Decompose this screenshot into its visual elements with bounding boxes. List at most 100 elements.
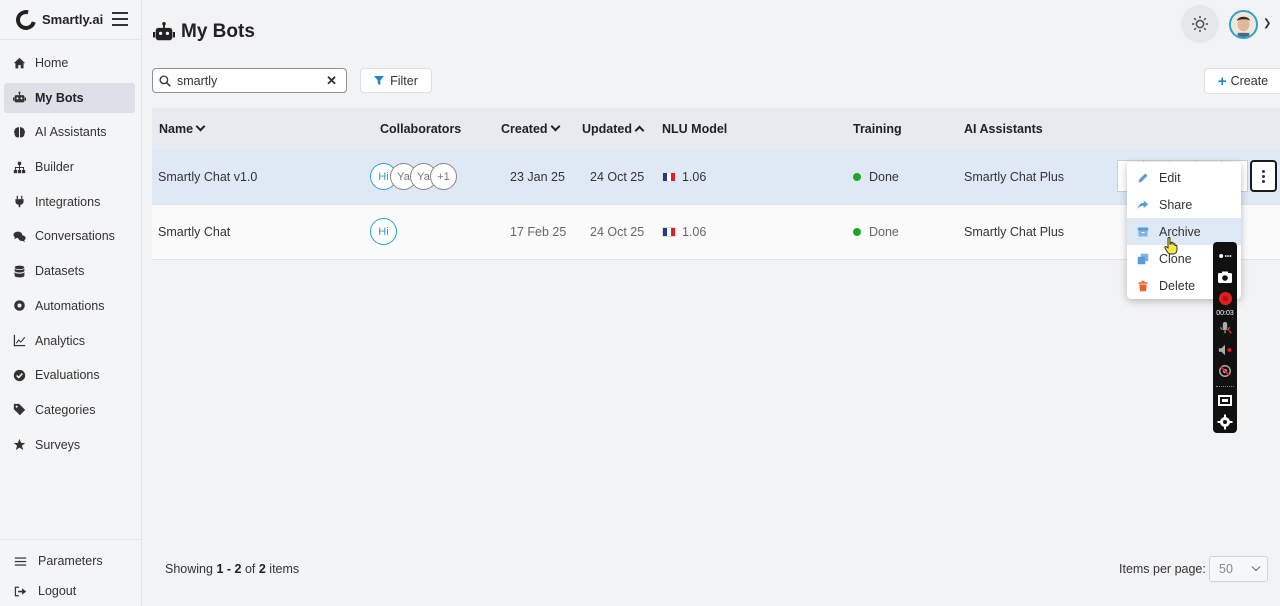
collaborators-list: Hi xyxy=(370,218,397,245)
status-dot-icon xyxy=(853,228,861,236)
sidebar-item-automations[interactable]: Automations xyxy=(4,291,135,321)
table-header: Name Collaborators Created Updated NLU M… xyxy=(152,108,1280,150)
sidebar-item-label: Builder xyxy=(35,160,74,175)
webcam-off-icon[interactable] xyxy=(1216,362,1234,379)
sidebar-item-label: Conversations xyxy=(35,229,115,244)
items-per-page-select[interactable]: 50 xyxy=(1209,556,1268,582)
sidebar-item-surveys[interactable]: Surveys xyxy=(4,430,135,460)
sidebar-item-builder[interactable]: Builder xyxy=(4,152,135,182)
recorder-menu-icon[interactable] xyxy=(1216,247,1234,264)
sidebar-item-logout[interactable]: Logout xyxy=(0,576,141,606)
sidebar-item-ai-assistants[interactable]: AI Assistants xyxy=(4,117,135,147)
more-options-button[interactable] xyxy=(1250,160,1277,192)
collaborator-more[interactable]: +1 xyxy=(430,163,457,190)
comments-icon xyxy=(12,229,26,243)
page-title: My Bots xyxy=(153,21,255,43)
avatar[interactable] xyxy=(1229,10,1258,39)
column-header-created[interactable]: Created xyxy=(501,121,560,136)
chevron-down-icon xyxy=(1251,562,1261,572)
share-icon xyxy=(1137,200,1149,209)
archive-icon xyxy=(1137,227,1149,236)
sidebar-item-evaluations[interactable]: Evaluations xyxy=(4,360,135,390)
line-chart-icon xyxy=(12,334,26,348)
search-box: ✕ xyxy=(152,68,347,93)
sidebar-item-datasets[interactable]: Datasets xyxy=(4,256,135,286)
sidebar-item-categories[interactable]: Categories xyxy=(4,395,135,425)
trash-icon xyxy=(1138,280,1148,291)
sidebar-item-analytics[interactable]: Analytics xyxy=(4,326,135,356)
nlu-model: 1.06 xyxy=(662,170,706,184)
filter-label: Filter xyxy=(390,73,418,88)
sidebar-item-label: Home xyxy=(35,56,69,70)
table-row[interactable]: Smartly Chat Hi 17 Feb 25 24 Oct 25 1.06… xyxy=(152,205,1280,260)
sidebar-item-label: Surveys xyxy=(35,437,81,452)
home-icon xyxy=(12,56,26,70)
robot-icon xyxy=(153,21,175,41)
settings-gear-icon[interactable] xyxy=(1216,414,1234,431)
nlu-model: 1.06 xyxy=(662,225,706,239)
create-button[interactable]: + Create xyxy=(1204,68,1280,94)
hamburger-menu-icon[interactable] xyxy=(112,12,128,30)
sort-desc-icon xyxy=(195,121,206,132)
sidebar-item-my-bots[interactable]: My Bots xyxy=(4,82,135,113)
filter-button[interactable]: Filter xyxy=(360,68,432,93)
screen-recorder-toolbar: 00:03 xyxy=(1213,242,1237,433)
create-label: Create xyxy=(1230,74,1269,88)
menu-item-edit[interactable]: Edit xyxy=(1127,164,1241,191)
tags-icon xyxy=(12,403,26,417)
training-status: Done xyxy=(853,225,899,239)
status-dot-icon xyxy=(853,173,861,181)
items-per-page-label: Items per page: xyxy=(1119,562,1206,576)
menu-item-archive[interactable]: Archive xyxy=(1127,218,1241,245)
sidebar-item-conversations[interactable]: Conversations xyxy=(4,221,135,251)
french-flag-icon xyxy=(662,172,676,182)
collaborators-list: Hi Ya Ya +1 xyxy=(370,163,457,190)
sidebar-item-integrations[interactable]: Integrations xyxy=(4,187,135,217)
sidebar: Smartly.ai Home My Bots AI Assistants Bu… xyxy=(0,0,142,606)
brand[interactable]: Smartly.ai xyxy=(0,0,141,40)
record-stop-icon[interactable] xyxy=(1216,290,1234,307)
camera-icon[interactable] xyxy=(1216,268,1234,285)
table-row[interactable]: Smartly Chat v1.0 Hi Ya Ya +1 23 Jan 25 … xyxy=(152,150,1280,205)
updated-date: 24 Oct 25 xyxy=(590,225,645,239)
sidebar-item-label: Parameters xyxy=(38,554,103,568)
bot-name[interactable]: Smartly Chat xyxy=(158,225,230,239)
ai-assistant-name: Smartly Chat Plus xyxy=(964,170,1065,184)
speaker-muted-icon[interactable] xyxy=(1216,341,1234,358)
recording-timer: 00:03 xyxy=(1216,309,1234,317)
sidebar-item-label: Evaluations xyxy=(35,368,100,383)
training-status: Done xyxy=(853,170,899,184)
screen-region-icon[interactable] xyxy=(1216,393,1234,410)
sidebar-item-label: Automations xyxy=(35,298,105,313)
smartly-logo-icon xyxy=(12,5,40,34)
main-content: My Bots ❯ ✕ Filter + Create Name Collabo… xyxy=(143,0,1280,606)
sun-icon xyxy=(1191,15,1209,33)
microphone-muted-icon[interactable] xyxy=(1216,320,1234,337)
sort-asc-icon xyxy=(634,125,645,136)
brand-name: Smartly.ai xyxy=(42,12,104,27)
page-title-text: My Bots xyxy=(181,21,255,42)
collaborator-avatar[interactable]: Hi xyxy=(370,218,397,245)
updated-date: 24 Oct 25 xyxy=(590,170,645,184)
chevron-down-icon[interactable]: ❯ xyxy=(1263,18,1271,29)
sidebar-nav: Home My Bots AI Assistants Builder Integ… xyxy=(0,40,141,460)
menu-item-share[interactable]: Share xyxy=(1127,191,1241,218)
sidebar-item-label: My Bots xyxy=(35,90,84,105)
sidebar-item-label: Datasets xyxy=(35,264,85,279)
pencil-icon xyxy=(1138,173,1148,182)
sidebar-bottom-nav: Parameters Logout xyxy=(0,539,141,606)
theme-toggle-button[interactable] xyxy=(1181,5,1219,43)
sitemap-icon xyxy=(12,160,26,174)
column-header-updated[interactable]: Updated xyxy=(582,122,645,136)
search-input[interactable] xyxy=(177,73,317,88)
robot-arm-icon xyxy=(12,299,26,313)
column-header-nlu-model: NLU Model xyxy=(662,122,728,136)
check-circle-icon xyxy=(12,368,26,382)
bot-name[interactable]: Smartly Chat v1.0 xyxy=(158,170,257,184)
ai-assistant-name: Smartly Chat Plus xyxy=(964,225,1065,239)
sort-desc-icon xyxy=(550,121,560,132)
sidebar-item-home[interactable]: Home xyxy=(4,48,135,78)
clear-search-icon[interactable]: ✕ xyxy=(326,73,337,89)
sidebar-item-parameters[interactable]: Parameters xyxy=(0,546,141,576)
column-header-name[interactable]: Name xyxy=(159,121,206,136)
